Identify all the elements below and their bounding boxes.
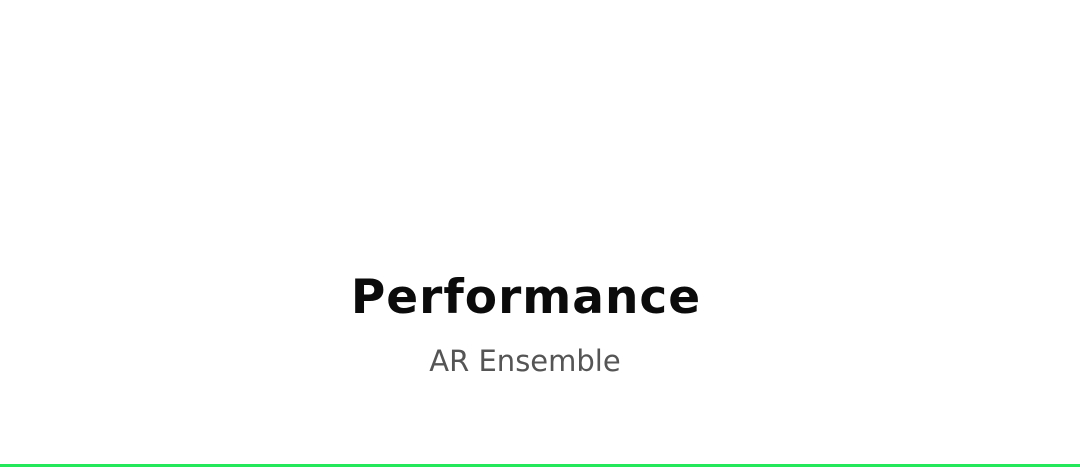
slide-subtitle: AR Ensemble <box>429 344 621 378</box>
title-slide: Performance AR Ensemble <box>0 0 1080 464</box>
slide-title: Performance <box>350 270 702 325</box>
